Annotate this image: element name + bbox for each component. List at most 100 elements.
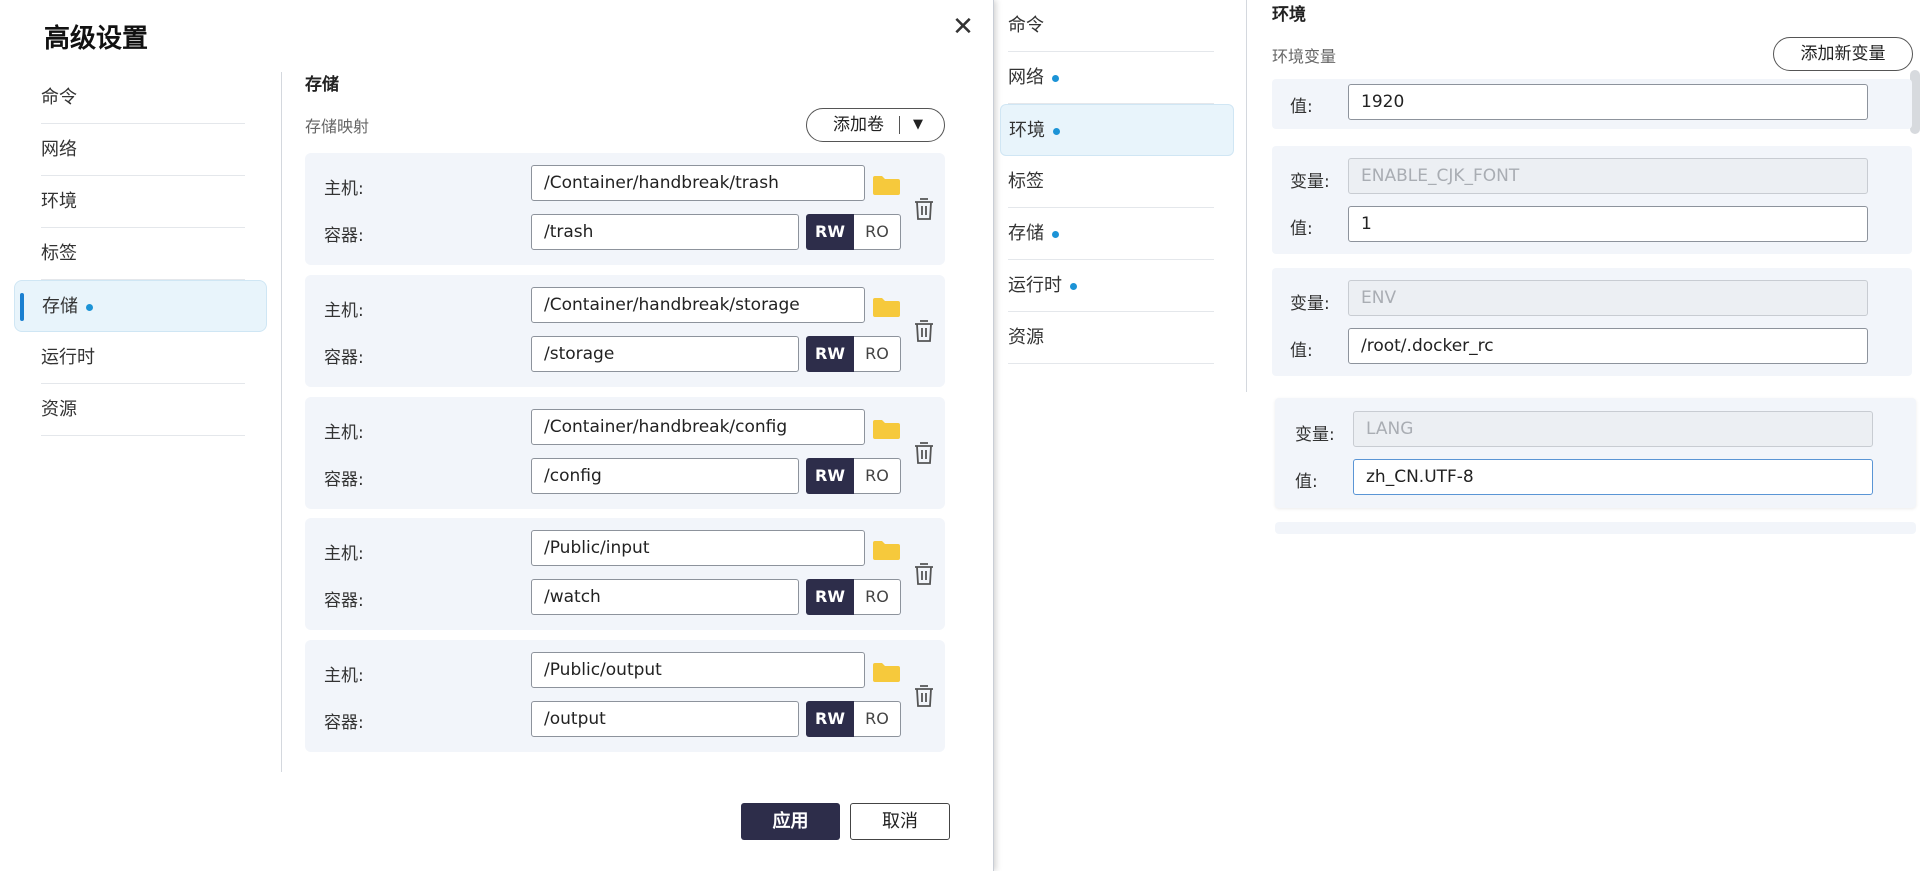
nav-item-label: 命令 <box>41 87 77 108</box>
modified-dot <box>1070 282 1077 290</box>
mid-nav-item-labels[interactable]: 标签 <box>1000 156 1234 208</box>
modified-dot <box>86 303 93 311</box>
nav-item-label: 标签 <box>1008 171 1044 192</box>
value-label: 值: <box>1290 219 1313 239</box>
nav-item-label: 资源 <box>41 399 77 420</box>
container-label: 容器: <box>324 226 364 246</box>
trash-icon[interactable] <box>913 197 935 221</box>
env-section-title: 环境 <box>1272 5 1306 25</box>
container-path-input[interactable]: /trash <box>531 214 799 250</box>
ro-toggle[interactable]: RO <box>854 214 901 250</box>
volume-mapping-card: 主机: /Container/handbreak/trash 容器: /tras… <box>305 153 945 265</box>
divider <box>1246 0 1247 392</box>
volume-mapping-card: 主机: /Container/handbreak/storage 容器: /st… <box>305 275 945 387</box>
add-volume-button[interactable]: 添加卷 ▼ <box>806 108 945 142</box>
host-label: 主机: <box>324 179 364 199</box>
host-label: 主机: <box>324 423 364 443</box>
ro-toggle[interactable]: RO <box>854 458 901 494</box>
rw-toggle[interactable]: RW <box>806 458 854 494</box>
host-label: 主机: <box>324 544 364 564</box>
variable-label: 变量: <box>1290 172 1330 192</box>
dialog-title: 高级设置 <box>44 24 149 54</box>
folder-icon[interactable] <box>873 175 900 195</box>
nav-item-label: 运行时 <box>41 347 95 368</box>
ro-toggle[interactable]: RO <box>854 701 901 737</box>
folder-icon[interactable] <box>873 662 900 682</box>
env-section-subtitle: 环境变量 <box>1272 47 1337 66</box>
env-variable-input[interactable]: LANG <box>1353 411 1873 447</box>
variable-label: 变量: <box>1295 425 1335 445</box>
ro-toggle[interactable]: RO <box>854 336 901 372</box>
nav-item-label: 资源 <box>1008 327 1044 348</box>
container-path-input[interactable]: /storage <box>531 336 799 372</box>
rw-toggle[interactable]: RW <box>806 336 854 372</box>
close-icon[interactable]: ✕ <box>948 12 978 42</box>
value-label: 值: <box>1290 97 1313 117</box>
variable-label: 变量: <box>1290 294 1330 314</box>
value-label: 值: <box>1290 341 1313 361</box>
rw-toggle[interactable]: RW <box>806 214 854 250</box>
rw-toggle[interactable]: RW <box>806 701 854 737</box>
container-path-input[interactable]: /config <box>531 458 799 494</box>
env-value-input[interactable]: zh_CN.UTF-8 <box>1353 459 1873 495</box>
trash-icon[interactable] <box>913 441 935 465</box>
nav-item-label: 运行时 <box>1008 275 1062 296</box>
folder-icon[interactable] <box>873 297 900 317</box>
apply-button[interactable]: 应用 <box>741 803 840 840</box>
nav-item-resources[interactable]: 资源 <box>14 384 267 436</box>
nav-item-command[interactable]: 命令 <box>14 72 267 124</box>
nav-item-label: 存储 <box>1008 223 1044 244</box>
env-value-input[interactable]: /root/.docker_rc <box>1348 328 1868 364</box>
env-value-input[interactable]: 1 <box>1348 206 1868 242</box>
ro-toggle[interactable]: RO <box>854 579 901 615</box>
add-variable-button[interactable]: 添加新变量 <box>1773 37 1913 71</box>
mid-nav-item-command[interactable]: 命令 <box>1000 0 1234 52</box>
host-label: 主机: <box>324 301 364 321</box>
folder-icon[interactable] <box>873 419 900 439</box>
mid-nav-item-network[interactable]: 网络 <box>1000 52 1234 104</box>
env-variable-input[interactable]: ENABLE_CJK_FONT <box>1348 158 1868 194</box>
modified-dot <box>1052 74 1059 82</box>
volume-mapping-card: 主机: /Public/output 容器: /output RW RO <box>305 640 945 752</box>
container-label: 容器: <box>324 470 364 490</box>
folder-icon[interactable] <box>873 540 900 560</box>
nav-item-storage[interactable]: 存储 <box>14 280 267 332</box>
rw-toggle[interactable]: RW <box>806 579 854 615</box>
volume-mapping-card: 主机: /Container/handbreak/config 容器: /con… <box>305 397 945 509</box>
nav-item-label: 命令 <box>1008 15 1044 36</box>
section-title: 存储 <box>305 75 339 95</box>
trash-icon[interactable] <box>913 562 935 586</box>
env-variable-card: 变量: ENV 值: /root/.docker_rc <box>1272 268 1912 376</box>
host-path-input[interactable]: /Public/input <box>531 530 865 566</box>
host-path-input[interactable]: /Container/handbreak/config <box>531 409 865 445</box>
container-path-input[interactable]: /output <box>531 701 799 737</box>
mid-nav-item-storage[interactable]: 存储 <box>1000 208 1234 260</box>
nav-item-label: 存储 <box>42 296 78 317</box>
nav-item-environment[interactable]: 环境 <box>14 176 267 228</box>
mid-nav-item-resources[interactable]: 资源 <box>1000 312 1234 364</box>
advanced-settings-dialog: 高级设置 ✕ 命令 网络 环境 标签 存储 运行时 资源 存储 存储映射 添加卷… <box>0 0 994 871</box>
host-path-input[interactable]: /Container/handbreak/storage <box>531 287 865 323</box>
modified-dot <box>1052 230 1059 238</box>
trash-icon[interactable] <box>913 319 935 343</box>
mid-nav-item-environment[interactable]: 环境 <box>1000 104 1234 156</box>
nav-item-runtime[interactable]: 运行时 <box>14 332 267 384</box>
modified-dot <box>1053 127 1060 135</box>
host-path-input[interactable]: /Container/handbreak/trash <box>531 165 865 201</box>
env-variable-card <box>1275 522 1916 534</box>
container-label: 容器: <box>324 591 364 611</box>
caret-down-icon[interactable]: ▼ <box>913 109 923 141</box>
nav-item-network[interactable]: 网络 <box>14 124 267 176</box>
env-value-input[interactable]: 1920 <box>1348 84 1868 120</box>
container-label: 容器: <box>324 713 364 733</box>
env-variable-input[interactable]: ENV <box>1348 280 1868 316</box>
trash-icon[interactable] <box>913 684 935 708</box>
container-path-input[interactable]: /watch <box>531 579 799 615</box>
watermark <box>1847 811 1917 869</box>
mid-nav-item-runtime[interactable]: 运行时 <box>1000 260 1234 312</box>
divider <box>281 72 282 772</box>
host-path-input[interactable]: /Public/output <box>531 652 865 688</box>
nav-item-labels[interactable]: 标签 <box>14 228 267 280</box>
nav-item-label: 环境 <box>41 191 77 212</box>
cancel-button[interactable]: 取消 <box>850 803 950 840</box>
